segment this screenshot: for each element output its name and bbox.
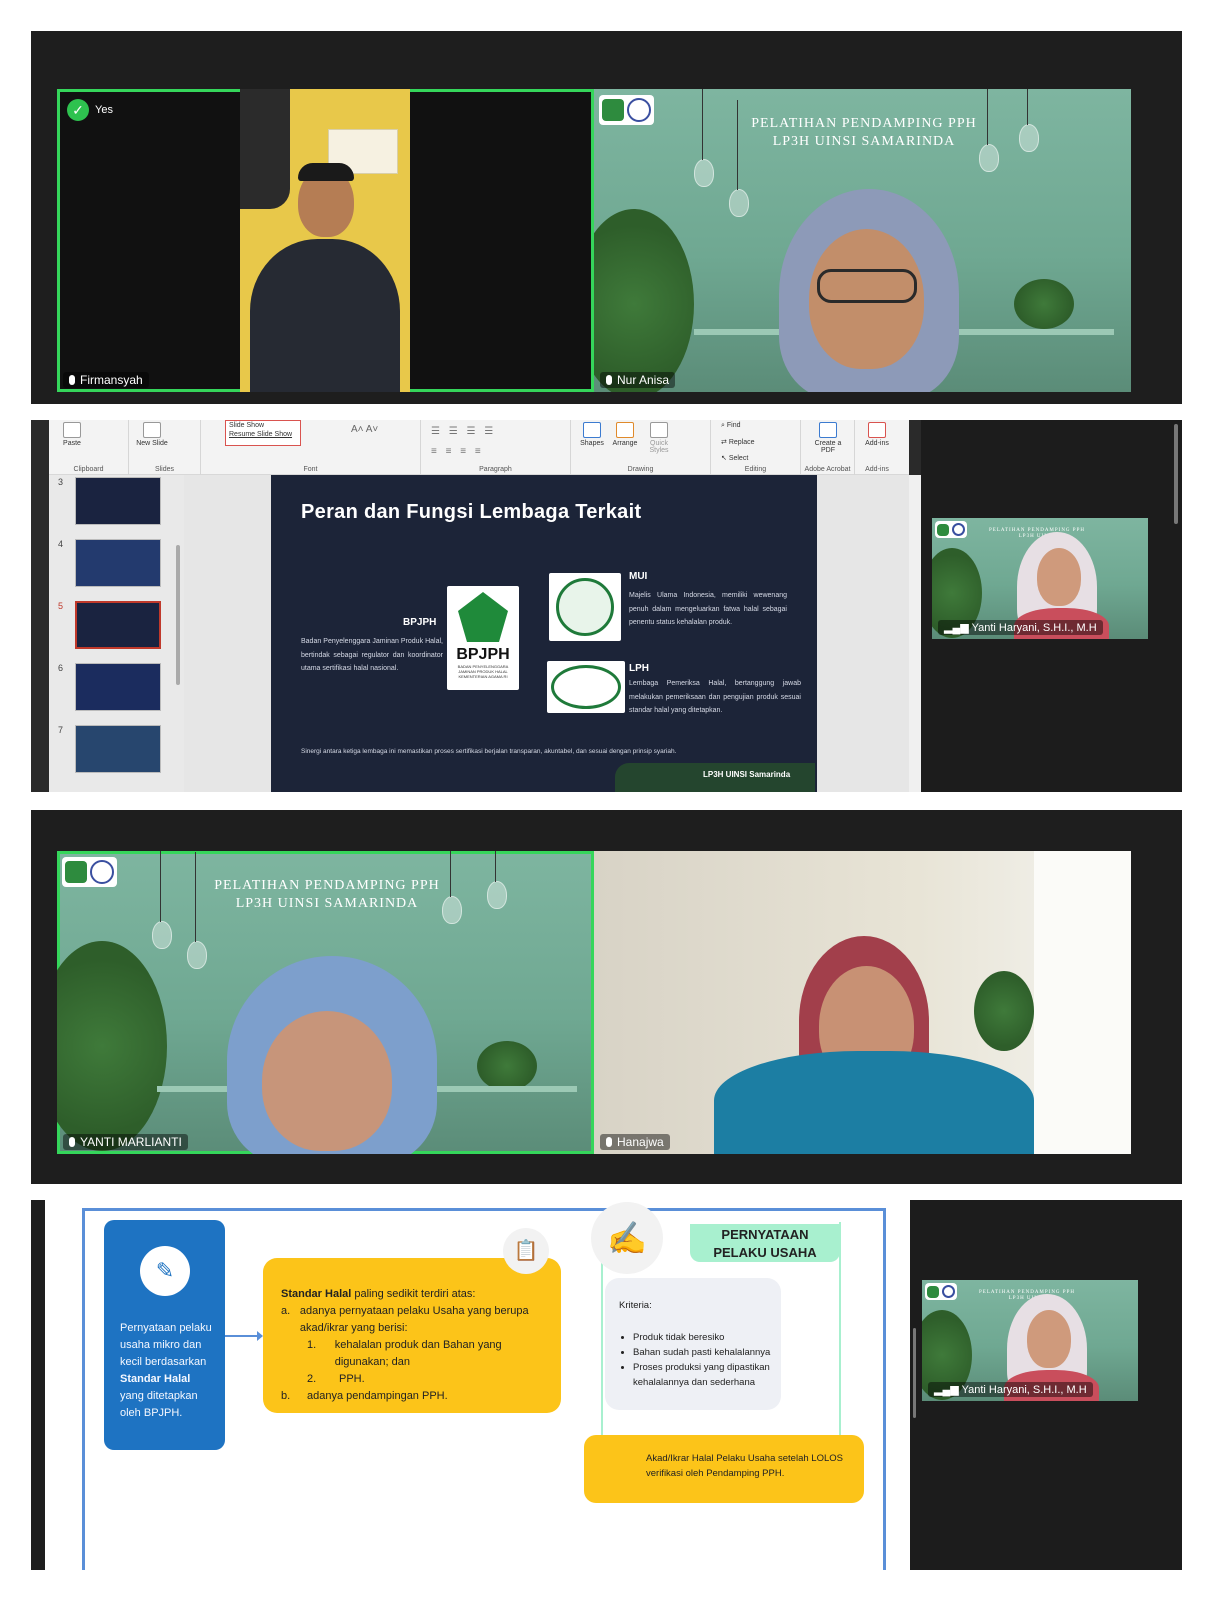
institution-logos — [62, 857, 117, 887]
list-item: Bahan sudah pasti kehalalannya — [633, 1345, 823, 1360]
signature-document-icon: ✍ — [591, 1202, 663, 1274]
paste-button[interactable]: Paste — [57, 422, 87, 447]
bpjph-logo: BPJPH BADAN PENYELENGGARA JAMINAN PRODUK… — [447, 586, 519, 690]
cursor-icon: ↖ — [721, 455, 729, 462]
flow-arrow — [225, 1331, 263, 1341]
institution-logos — [935, 521, 967, 538]
side-video-scrollbar[interactable] — [1174, 424, 1178, 524]
ribbon-group-font: A˄ A˅ Font — [201, 420, 421, 475]
align-controls[interactable]: ≡ ≡ ≡ ≡ — [431, 446, 484, 457]
microphone-icon — [606, 375, 612, 385]
new-slide-button[interactable]: New Slide — [135, 422, 169, 447]
side-video-strip: PELATIHAN PENDAMPING PPH LP3H UINSI ▂▄▆ … — [921, 420, 1182, 792]
arrange-button[interactable]: Arrange — [609, 422, 641, 447]
powerpoint-share-panel: Paste Clipboard New Slide Slides Slide S… — [31, 420, 1182, 792]
ppt-ribbon: Paste Clipboard New Slide Slides Slide S… — [49, 420, 909, 475]
signal-icon: ▂▄▆ — [934, 1384, 962, 1396]
new-slide-icon — [143, 422, 161, 438]
current-slide[interactable]: Peran dan Fungsi Lembaga Terkait BPJPH B… — [271, 475, 817, 792]
arrange-icon — [616, 422, 634, 438]
checkmark-icon: ✓ — [67, 99, 89, 121]
mui-logo — [549, 573, 621, 641]
participant-name-tag: ▂▄▆ Yanti Haryani, S.H.I., M.H — [928, 1382, 1093, 1397]
find-button[interactable]: ⌕ Find — [721, 422, 741, 430]
ribbon-group-editing: ⌕ Find ⇄ Replace ↖ Select Editing — [711, 420, 801, 475]
participant-tile-nur-anisa[interactable]: PELATIHAN PENDAMPING PPH LP3H UINSI SAMA… — [594, 89, 1131, 392]
slide-thumbnails-pane: 3 4 5 6 7 — [49, 475, 184, 792]
document-edit-icon: ✎ — [140, 1246, 190, 1296]
participant-name-tag: Nur Anisa — [600, 372, 676, 388]
participant-tile-yanti-haryani[interactable]: PELATIHAN PENDAMPING PPH LP3H UINSI ▂▄▆ … — [922, 1280, 1138, 1401]
lph-logo — [547, 661, 625, 713]
institution-logos — [599, 95, 654, 125]
background-title: PELATIHAN PENDAMPING PPH LP3H UINSI SAMA… — [751, 116, 977, 149]
list-item: Proses produksi yang dipastikan kehalala… — [633, 1360, 823, 1390]
slide-thumbnail[interactable] — [75, 477, 161, 525]
thumbnail-scrollbar[interactable] — [176, 545, 180, 685]
video-call-panel-1: ✓ Yes Firmansyah PELATIHAN PENDAMPING PP… — [31, 31, 1182, 404]
video-call-panel-3: PELATIHAN PENDAMPING PPH LP3H UINSI SAMA… — [31, 810, 1182, 1184]
ribbon-group-clipboard: Paste Clipboard — [49, 420, 129, 475]
select-button[interactable]: ↖ Select — [721, 454, 748, 462]
participant-name-tag: YANTI MARLIANTI — [63, 1134, 188, 1150]
slide-thumbnail[interactable] — [75, 539, 161, 587]
akad-ikrar-card: Akad/Ikrar Halal Pelaku Usaha setelah LO… — [584, 1435, 864, 1503]
replace-button[interactable]: ⇄ Replace — [721, 438, 755, 446]
microphone-icon — [69, 375, 75, 385]
pernyataan-text: Pernyataan pelaku usaha mikro dan kecil … — [120, 1322, 212, 1419]
slide-thumbnail-selected[interactable] — [75, 601, 161, 649]
background-title: PELATIHAN PENDAMPING PPH LP3H UINSI SAMA… — [214, 878, 440, 911]
standar-halal-card: 📋 Standar Halal paling sedikit terdiri a… — [263, 1228, 561, 1413]
list-item: Produk tidak beresiko — [633, 1330, 823, 1345]
kriteria-list: Produk tidak beresiko Bahan sudah pasti … — [633, 1330, 823, 1390]
quick-styles-icon — [650, 422, 668, 438]
ribbon-group-adobe: Create a PDF Adobe Acrobat — [801, 420, 855, 475]
replace-icon: ⇄ — [721, 439, 729, 446]
camera-feed — [240, 89, 410, 392]
side-video-scrollbar[interactable] — [913, 1328, 916, 1418]
slide-thumbnail[interactable] — [75, 725, 161, 773]
participant-name-tag: Hanajwa — [600, 1134, 670, 1150]
ribbon-group-paragraph: ☰ ☰ ☰ ☰ ≡ ≡ ≡ ≡ Paragraph — [421, 420, 571, 475]
clipboard-check-icon: 📋 — [503, 1228, 549, 1274]
microphone-icon — [69, 1137, 75, 1147]
participant-tile-yanti-haryani[interactable]: PELATIHAN PENDAMPING PPH LP3H UINSI ▂▄▆ … — [932, 518, 1148, 639]
font-size-controls[interactable]: A˄ A˅ — [351, 424, 378, 435]
addins-grid-icon — [868, 422, 886, 438]
addins-button[interactable]: Add-ins — [859, 422, 895, 447]
ribbon-group-slides: New Slide Slides — [129, 420, 201, 475]
slide-title: Peran dan Fungsi Lembaga Terkait — [301, 501, 642, 523]
participant-name-tag: ▂▄▆ Yanti Haryani, S.H.I., M.H — [938, 620, 1103, 635]
create-pdf-button[interactable]: Create a PDF — [807, 422, 849, 454]
signal-icon: ▂▄▆ — [944, 622, 972, 634]
pernyataan-pelaku-title: PERNYATAAN PELAKU USAHA — [690, 1224, 840, 1262]
reaction-badge: ✓ Yes — [67, 99, 113, 121]
institution-logos — [925, 1283, 957, 1300]
side-video-strip: PELATIHAN PENDAMPING PPH LP3H UINSI ▂▄▆ … — [910, 1200, 1182, 1570]
participant-tile-hanajwa[interactable]: Hanajwa — [594, 851, 1131, 1154]
slide-badge: LP3H UINSI Samarinda — [615, 763, 815, 792]
shapes-icon — [583, 422, 601, 438]
clipboard-icon — [63, 422, 81, 438]
pernyataan-card: ✎ Pernyataan pelaku usaha mikro dan keci… — [104, 1220, 225, 1450]
infographic-share-panel: ✎ Pernyataan pelaku usaha mikro dan keci… — [31, 1200, 1182, 1570]
shapes-button[interactable]: Shapes — [577, 422, 607, 447]
participant-name-tag: Firmansyah — [63, 372, 149, 388]
participant-tile-yanti-marlianti[interactable]: PELATIHAN PENDAMPING PPH LP3H UINSI SAMA… — [57, 851, 594, 1154]
kriteria-card: Kriteria: Produk tidak beresiko Bahan su… — [605, 1278, 781, 1410]
quick-styles-button[interactable]: Quick Styles — [643, 422, 675, 454]
ribbon-group-addins: Add-ins Add-ins — [855, 420, 899, 475]
pdf-icon — [819, 422, 837, 438]
slide-thumbnail[interactable] — [75, 663, 161, 711]
list-controls[interactable]: ☰ ☰ ☰ ☰ — [431, 426, 496, 437]
slide-scrollbar[interactable] — [909, 475, 921, 792]
participant-tile-firmansyah[interactable]: ✓ Yes Firmansyah — [57, 89, 594, 392]
ribbon-group-drawing: Shapes Arrange Quick Styles Drawing — [571, 420, 711, 475]
microphone-icon — [606, 1137, 612, 1147]
